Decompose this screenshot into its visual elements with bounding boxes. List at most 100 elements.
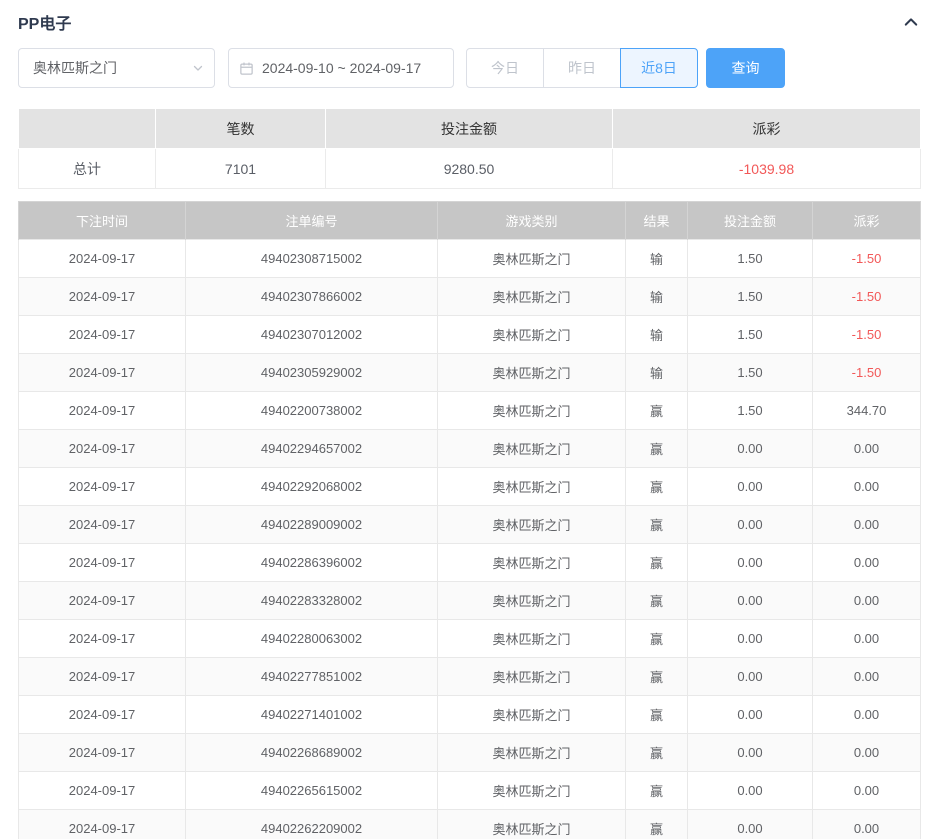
cell-payout: 0.00 [813, 696, 921, 734]
cell-payout: -1.50 [813, 316, 921, 354]
cell-bet-amount: 0.00 [688, 582, 813, 620]
cell-bet-amount: 0.00 [688, 772, 813, 810]
date-range-input[interactable]: 2024-09-10 ~ 2024-09-17 [228, 48, 454, 88]
cell-game-category: 奥林匹斯之门 [438, 620, 626, 658]
cell-result: 输 [626, 354, 688, 392]
bets-header-row: 下注时间 注单编号 游戏类别 结果 投注金额 派彩 [19, 202, 921, 240]
cell-order-number: 49402277851002 [186, 658, 438, 696]
cell-result: 赢 [626, 696, 688, 734]
last-8-days-button[interactable]: 近8日 [620, 48, 698, 88]
cell-result: 输 [626, 316, 688, 354]
cell-bet-amount: 0.00 [688, 506, 813, 544]
cell-result: 赢 [626, 392, 688, 430]
cell-bet-amount: 0.00 [688, 810, 813, 839]
cell-order-number: 49402268689002 [186, 734, 438, 772]
summary-header-count: 笔数 [156, 109, 326, 149]
bets-table: 下注时间 注单编号 游戏类别 结果 投注金额 派彩 2024-09-17 494… [18, 201, 921, 839]
filter-bar: 奥林匹斯之门 2024-09-10 ~ 2024-09-17 今日 昨日 近8日… [18, 48, 920, 88]
cell-result: 赢 [626, 620, 688, 658]
cell-payout: -1.50 [813, 354, 921, 392]
header-result: 结果 [626, 202, 688, 240]
bets-table-body: 2024-09-17 49402308715002 奥林匹斯之门 输 1.50 … [19, 240, 921, 839]
cell-order-number: 49402262209002 [186, 810, 438, 839]
summary-header-payout: 派彩 [613, 109, 921, 149]
cell-bet-amount: 0.00 [688, 620, 813, 658]
cell-order-number: 49402292068002 [186, 468, 438, 506]
table-row: 2024-09-17 49402277851002 奥林匹斯之门 赢 0.00 … [19, 658, 921, 696]
cell-result: 输 [626, 278, 688, 316]
cell-game-category: 奥林匹斯之门 [438, 734, 626, 772]
today-button[interactable]: 今日 [466, 48, 544, 88]
summary-total-label: 总计 [19, 149, 156, 189]
cell-bet-amount: 0.00 [688, 430, 813, 468]
cell-bet-amount: 0.00 [688, 544, 813, 582]
summary-payout-value: -1039.98 [613, 149, 921, 189]
calendar-icon [239, 61, 254, 76]
cell-bet-amount: 1.50 [688, 316, 813, 354]
cell-payout: 0.00 [813, 468, 921, 506]
cell-order-number: 49402265615002 [186, 772, 438, 810]
table-row: 2024-09-17 49402307866002 奥林匹斯之门 输 1.50 … [19, 278, 921, 316]
collapse-panel-button[interactable] [902, 13, 920, 31]
cell-bet-amount: 0.00 [688, 468, 813, 506]
table-row: 2024-09-17 49402262209002 奥林匹斯之门 赢 0.00 … [19, 810, 921, 839]
table-row: 2024-09-17 49402294657002 奥林匹斯之门 赢 0.00 … [19, 430, 921, 468]
chevron-up-icon [902, 13, 920, 31]
cell-order-number: 49402307866002 [186, 278, 438, 316]
cell-result: 赢 [626, 506, 688, 544]
cell-bet-amount: 0.00 [688, 734, 813, 772]
cell-game-category: 奥林匹斯之门 [438, 240, 626, 278]
cell-game-category: 奥林匹斯之门 [438, 582, 626, 620]
cell-bet-amount: 0.00 [688, 696, 813, 734]
summary-count-value: 7101 [156, 149, 326, 189]
page-title: PP电子 [18, 10, 71, 34]
table-row: 2024-09-17 49402200738002 奥林匹斯之门 赢 1.50 … [19, 392, 921, 430]
quick-range-button-group: 今日 昨日 近8日 [466, 48, 698, 88]
header-payout: 派彩 [813, 202, 921, 240]
query-button[interactable]: 查询 [706, 48, 785, 88]
cell-payout: 0.00 [813, 544, 921, 582]
cell-bet-time: 2024-09-17 [19, 354, 186, 392]
cell-game-category: 奥林匹斯之门 [438, 772, 626, 810]
pp-dianzi-panel: PP电子 奥林匹斯之门 2024-09-10 ~ 2024-09- [0, 0, 937, 839]
summary-header-blank [19, 109, 156, 149]
table-row: 2024-09-17 49402265615002 奥林匹斯之门 赢 0.00 … [19, 772, 921, 810]
summary-bet-amount-value: 9280.50 [326, 149, 613, 189]
cell-result: 输 [626, 240, 688, 278]
cell-order-number: 49402200738002 [186, 392, 438, 430]
table-row: 2024-09-17 49402286396002 奥林匹斯之门 赢 0.00 … [19, 544, 921, 582]
cell-bet-time: 2024-09-17 [19, 582, 186, 620]
cell-bet-time: 2024-09-17 [19, 810, 186, 839]
cell-order-number: 49402305929002 [186, 354, 438, 392]
header-bet-amount: 投注金额 [688, 202, 813, 240]
summary-table: 笔数 投注金额 派彩 总计 7101 9280.50 -1039.98 [18, 108, 921, 189]
cell-bet-time: 2024-09-17 [19, 240, 186, 278]
cell-bet-time: 2024-09-17 [19, 620, 186, 658]
cell-payout: 0.00 [813, 582, 921, 620]
cell-bet-time: 2024-09-17 [19, 278, 186, 316]
cell-result: 赢 [626, 544, 688, 582]
table-row: 2024-09-17 49402307012002 奥林匹斯之门 输 1.50 … [19, 316, 921, 354]
date-range-value: 2024-09-10 ~ 2024-09-17 [262, 60, 421, 76]
table-row: 2024-09-17 49402268689002 奥林匹斯之门 赢 0.00 … [19, 734, 921, 772]
table-row: 2024-09-17 49402280063002 奥林匹斯之门 赢 0.00 … [19, 620, 921, 658]
cell-game-category: 奥林匹斯之门 [438, 316, 626, 354]
cell-game-category: 奥林匹斯之门 [438, 696, 626, 734]
table-row: 2024-09-17 49402283328002 奥林匹斯之门 赢 0.00 … [19, 582, 921, 620]
cell-game-category: 奥林匹斯之门 [438, 506, 626, 544]
cell-payout: 0.00 [813, 430, 921, 468]
cell-payout: 0.00 [813, 810, 921, 839]
cell-bet-time: 2024-09-17 [19, 772, 186, 810]
cell-bet-time: 2024-09-17 [19, 658, 186, 696]
game-select[interactable]: 奥林匹斯之门 [18, 48, 215, 88]
cell-bet-time: 2024-09-17 [19, 696, 186, 734]
summary-header-row: 笔数 投注金额 派彩 [19, 109, 921, 149]
cell-result: 赢 [626, 772, 688, 810]
cell-payout: 0.00 [813, 658, 921, 696]
cell-order-number: 49402294657002 [186, 430, 438, 468]
cell-order-number: 49402286396002 [186, 544, 438, 582]
panel-header: PP电子 [18, 8, 920, 36]
table-row: 2024-09-17 49402292068002 奥林匹斯之门 赢 0.00 … [19, 468, 921, 506]
cell-game-category: 奥林匹斯之门 [438, 278, 626, 316]
yesterday-button[interactable]: 昨日 [543, 48, 621, 88]
